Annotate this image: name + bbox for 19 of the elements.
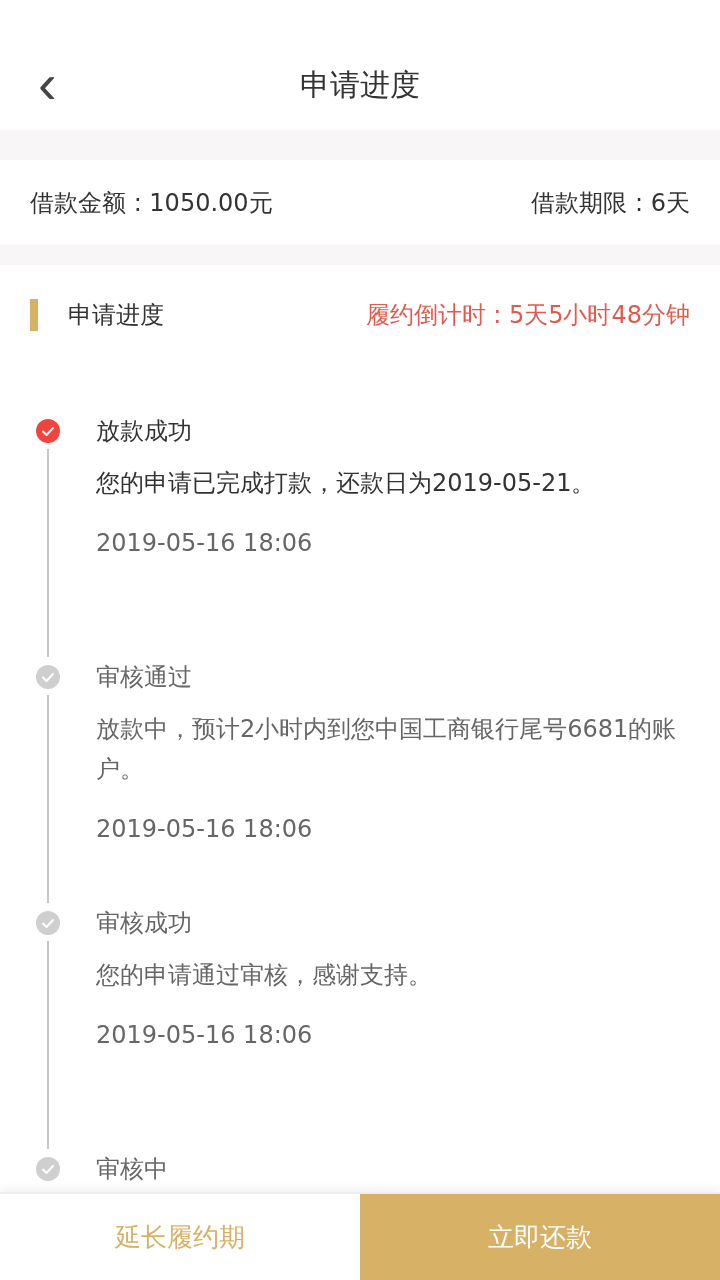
page-title: 申请进度: [300, 65, 420, 104]
loan-term: 借款期限 : 6天: [531, 187, 690, 219]
step-description: 您的申请已完成打款，还款日为2019-05-21。: [96, 468, 597, 499]
step-title: 审核成功: [96, 908, 193, 939]
step-title: 放款成功: [96, 416, 193, 447]
section-title: 申请进度: [68, 300, 164, 331]
step-time: 2019-05-16 18:06: [96, 815, 314, 843]
extend-button[interactable]: 延长履约期: [0, 1194, 360, 1280]
section-marker: [30, 299, 38, 331]
step-description: 放款中，预计2小时内到您中国工商银行尾号6681的账户。: [96, 714, 678, 785]
loan-amount: 借款金额 : 1050.00元: [30, 187, 273, 219]
step-title: 审核通过: [96, 662, 193, 693]
countdown-text: 履约倒计时 : 5天5小时48分钟: [365, 300, 690, 331]
step-time: 2019-05-16 18:06: [96, 529, 314, 557]
back-button[interactable]: ‹: [30, 60, 65, 108]
step-time: 2019-05-16 18:06: [96, 1021, 314, 1049]
step-description: 您的申请通过审核，感谢支持。: [96, 960, 433, 991]
step-title: 审核中: [96, 1154, 169, 1185]
repay-button[interactable]: 立即还款: [360, 1194, 720, 1280]
